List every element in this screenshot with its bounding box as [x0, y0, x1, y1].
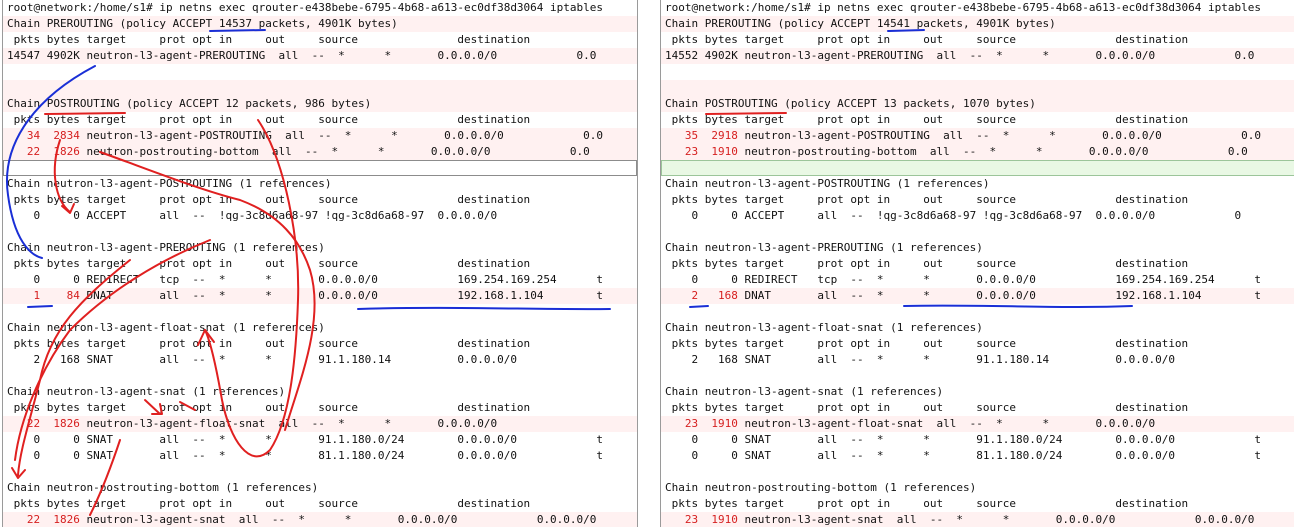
- chain-header-l3-postrouting: Chain neutron-l3-agent-POSTROUTING (1 re…: [665, 177, 990, 190]
- row-rest: neutron-l3-agent-float-snat all -- * * 0…: [79, 417, 498, 430]
- table-row: 22 1826 neutron-postrouting-bottom all -…: [3, 144, 637, 160]
- chain-header-postrouting: Chain POSTROUTING (policy ACCEPT 13 pack…: [661, 96, 1294, 112]
- column-header: pkts bytes target prot opt in out source…: [7, 497, 531, 510]
- row-counters: 35 2918: [665, 129, 738, 142]
- chain-header-float-snat: Chain neutron-l3-agent-float-snat (1 ref…: [7, 321, 325, 334]
- row-rest: neutron-l3-agent-snat all -- * * 0.0.0.0…: [737, 513, 1255, 526]
- blank-line: [3, 80, 637, 96]
- row-counters: 22 1826: [7, 145, 80, 158]
- chain-header-prerouting: Chain PREROUTING (policy ACCEPT 14537 pa…: [3, 16, 637, 32]
- table-row: 0 0 ACCEPT all -- !qg-3c8d6a68-97 !qg-3c…: [665, 209, 1242, 222]
- chain-header-snat: Chain neutron-l3-agent-snat (1 reference…: [7, 385, 286, 398]
- table-row: 1 84 DNAT all -- * * 0.0.0.0/0 192.168.1…: [3, 288, 637, 304]
- column-header: pkts bytes target prot opt in out source…: [665, 497, 1189, 510]
- chain-header-snat: Chain neutron-l3-agent-snat (1 reference…: [665, 385, 944, 398]
- row-rest: neutron-postrouting-bottom all -- * * 0.…: [79, 145, 590, 158]
- column-header: pkts bytes target prot opt in out source…: [7, 33, 531, 46]
- table-row: 35 2918 neutron-l3-agent-POSTROUTING all…: [661, 128, 1294, 144]
- column-header: pkts bytes target prot opt in out source…: [7, 113, 531, 126]
- table-row: 2 168 SNAT all -- * * 91.1.180.14 0.0.0.…: [7, 353, 517, 366]
- terminal-cursor-line[interactable]: [3, 160, 637, 176]
- table-row: 22 1826 neutron-l3-agent-snat all -- * *…: [3, 512, 637, 527]
- table-row: 0 0 SNAT all -- * * 81.1.180.0/24 0.0.0.…: [665, 449, 1262, 462]
- column-header: pkts bytes target prot opt in out source…: [665, 257, 1189, 270]
- table-row: 23 1910 neutron-postrouting-bottom all -…: [661, 144, 1294, 160]
- row-rest: neutron-l3-agent-float-snat all -- * * 0…: [737, 417, 1156, 430]
- row-counters: 23 1910: [665, 513, 738, 526]
- table-row: 0 0 REDIRECT tcp -- * * 0.0.0.0/0 169.25…: [665, 273, 1262, 286]
- chain-header-l3-prerouting: Chain neutron-l3-agent-PREROUTING (1 ref…: [7, 241, 325, 254]
- command-line: root@network:/home/s1# ip netns exec qro…: [665, 1, 1262, 14]
- column-header: pkts bytes target prot opt in out source…: [665, 337, 1189, 350]
- row-counters: 2 168: [665, 289, 738, 302]
- table-row: 0 0 ACCEPT all -- !qg-3c8d6a68-97 !qg-3c…: [7, 209, 498, 222]
- row-rest: neutron-l3-agent-POSTROUTING all -- * * …: [737, 129, 1262, 142]
- column-header: pkts bytes target prot opt in out source…: [7, 193, 531, 206]
- row-counters: 23 1910: [665, 417, 738, 430]
- table-row: 22 1826 neutron-l3-agent-float-snat all …: [3, 416, 637, 432]
- table-row: 0 0 SNAT all -- * * 91.1.180.0/24 0.0.0.…: [7, 433, 604, 446]
- terminal-cursor-line[interactable]: [661, 160, 1294, 176]
- table-row: 0 0 REDIRECT tcp -- * * 0.0.0.0/0 169.25…: [7, 273, 604, 286]
- chain-header-l3-prerouting: Chain neutron-l3-agent-PREROUTING (1 ref…: [665, 241, 983, 254]
- table-row: 23 1910 neutron-l3-agent-float-snat all …: [661, 416, 1294, 432]
- column-header: pkts bytes target prot opt in out source…: [7, 337, 531, 350]
- row-counters: 22 1826: [7, 513, 80, 526]
- row-counters: 1 84: [7, 289, 80, 302]
- table-row: 0 0 SNAT all -- * * 81.1.180.0/24 0.0.0.…: [7, 449, 604, 462]
- column-header: pkts bytes target prot opt in out source…: [7, 401, 531, 414]
- chain-header-l3-postrouting: Chain neutron-l3-agent-POSTROUTING (1 re…: [7, 177, 332, 190]
- chain-header-float-snat: Chain neutron-l3-agent-float-snat (1 ref…: [665, 321, 983, 334]
- table-row: 2 168 SNAT all -- * * 91.1.180.14 0.0.0.…: [665, 353, 1175, 366]
- terminal-pane-left[interactable]: root@network:/home/s1# ip netns exec qro…: [2, 0, 638, 527]
- table-row: 14547 4902K neutron-l3-agent-PREROUTING …: [3, 48, 637, 64]
- table-row: 2 168 DNAT all -- * * 0.0.0.0/0 192.168.…: [661, 288, 1294, 304]
- column-header: pkts bytes target prot opt in out source…: [665, 113, 1189, 126]
- row-rest: DNAT all -- * * 0.0.0.0/0 192.168.1.104 …: [737, 289, 1262, 302]
- row-counters: 22 1826: [7, 417, 80, 430]
- row-rest: DNAT all -- * * 0.0.0.0/0 192.168.1.104 …: [79, 289, 604, 302]
- column-header: pkts bytes target prot opt in out source…: [665, 33, 1189, 46]
- row-counters: 34 2834: [7, 129, 80, 142]
- table-row: 0 0 SNAT all -- * * 91.1.180.0/24 0.0.0.…: [665, 433, 1262, 446]
- row-rest: neutron-l3-agent-snat all -- * * 0.0.0.0…: [79, 513, 597, 526]
- chain-header-prerouting: Chain PREROUTING (policy ACCEPT 14541 pa…: [661, 16, 1294, 32]
- chain-header-postrouting-bottom: Chain neutron-postrouting-bottom (1 refe…: [665, 481, 977, 494]
- row-rest: neutron-postrouting-bottom all -- * * 0.…: [737, 145, 1248, 158]
- blank-line: [661, 80, 1294, 96]
- table-row: 23 1910 neutron-l3-agent-snat all -- * *…: [661, 512, 1294, 527]
- terminal-pane-right[interactable]: root@network:/home/s1# ip netns exec qro…: [660, 0, 1294, 527]
- column-header: pkts bytes target prot opt in out source…: [665, 401, 1189, 414]
- row-counters: 23 1910: [665, 145, 738, 158]
- command-line: root@network:/home/s1# ip netns exec qro…: [7, 1, 604, 14]
- table-row: 34 2834 neutron-l3-agent-POSTROUTING all…: [3, 128, 637, 144]
- chain-header-postrouting-bottom: Chain neutron-postrouting-bottom (1 refe…: [7, 481, 319, 494]
- row-rest: neutron-l3-agent-POSTROUTING all -- * * …: [79, 129, 604, 142]
- chain-header-postrouting: Chain POSTROUTING (policy ACCEPT 12 pack…: [3, 96, 637, 112]
- table-row: 14552 4902K neutron-l3-agent-PREROUTING …: [661, 48, 1294, 64]
- column-header: pkts bytes target prot opt in out source…: [7, 257, 531, 270]
- column-header: pkts bytes target prot opt in out source…: [665, 193, 1189, 206]
